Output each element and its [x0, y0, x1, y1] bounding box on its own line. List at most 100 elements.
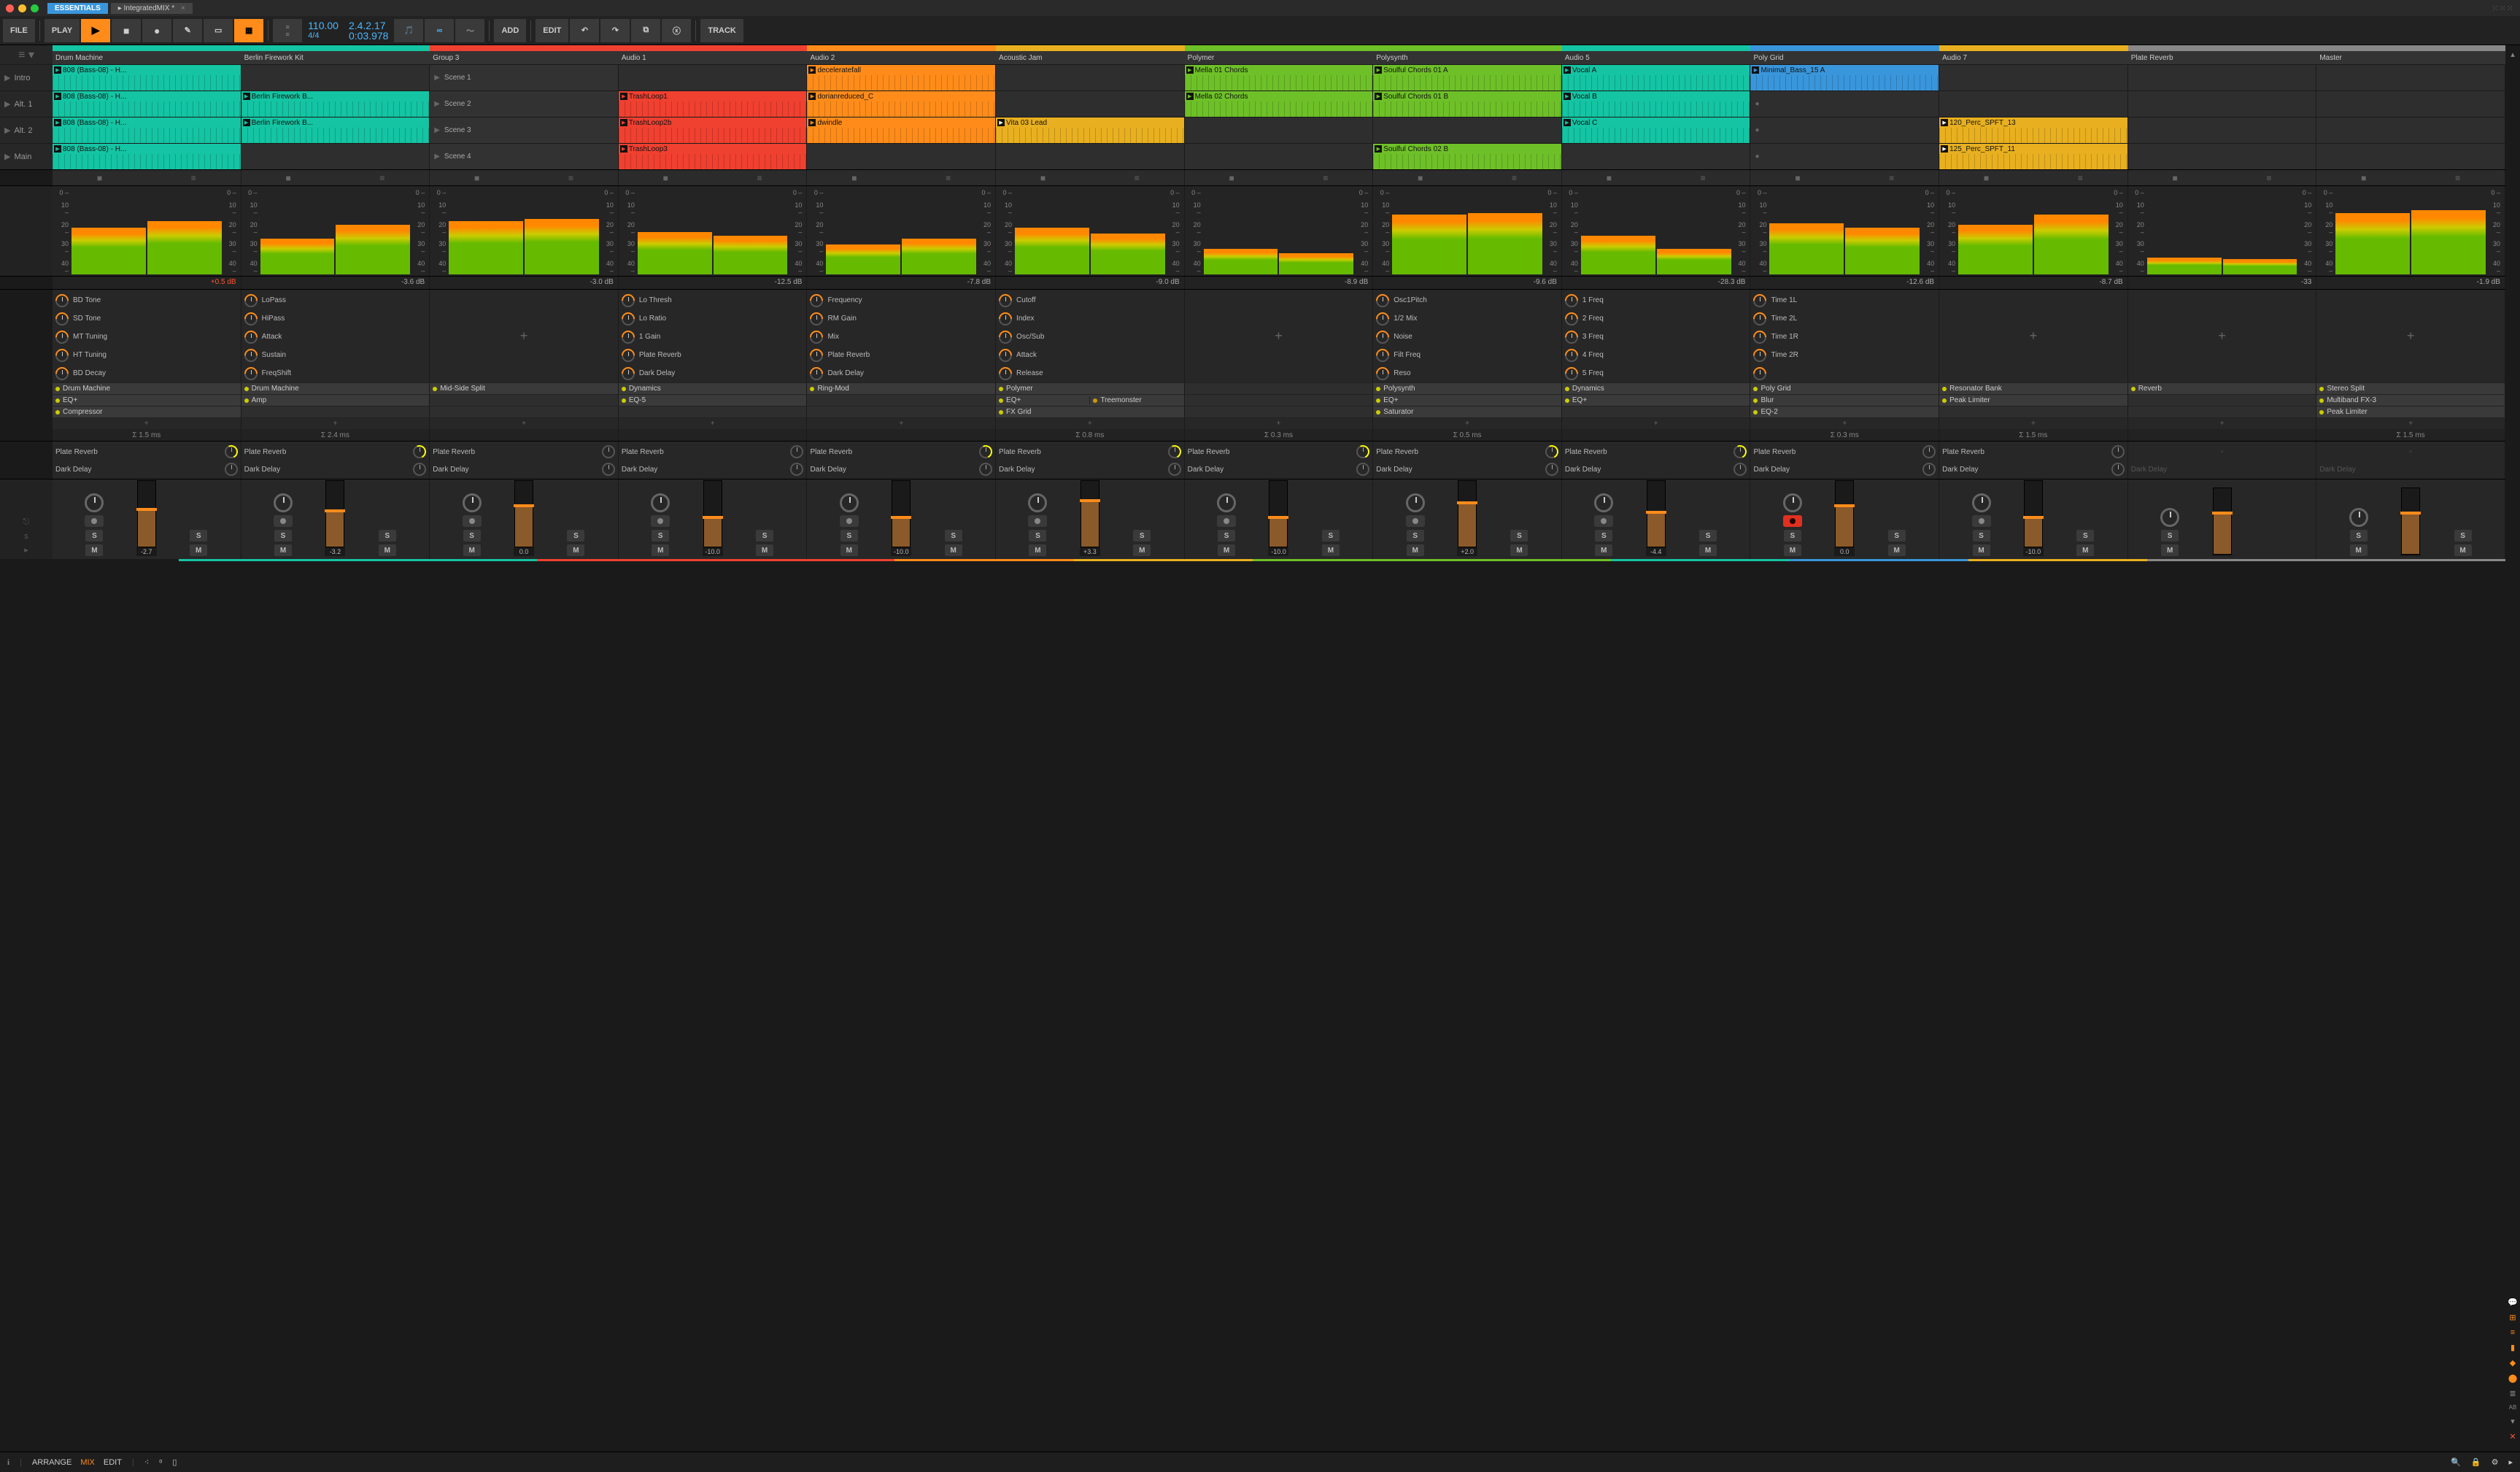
clip-slot[interactable]: [1939, 90, 2128, 117]
device-slot[interactable]: Peak Limiter: [1939, 394, 2128, 406]
send-knob[interactable]: Plate Reverb: [810, 443, 992, 461]
solo-button[interactable]: S: [1322, 530, 1340, 542]
send-knob[interactable]: Plate Reverb: [1565, 443, 1747, 461]
record-arm-button[interactable]: [840, 515, 859, 527]
clip-slot[interactable]: ▶Vocal B: [1562, 90, 1751, 117]
stop-clip-button[interactable]: ■≡: [1373, 170, 1562, 185]
device-slot[interactable]: [1185, 406, 1374, 417]
volume-fader[interactable]: [1647, 480, 1666, 547]
pan-knob[interactable]: [1594, 493, 1613, 512]
track-name[interactable]: Group 3: [430, 51, 619, 64]
clip-slot[interactable]: [1373, 117, 1562, 143]
macro-knob[interactable]: 1 Freq: [1565, 291, 1747, 309]
mute-button[interactable]: M: [2076, 544, 2094, 556]
clip-slot[interactable]: [996, 90, 1185, 117]
position-time[interactable]: 0:03.978: [349, 31, 389, 41]
add-device-button[interactable]: +: [53, 417, 241, 429]
device-slot[interactable]: FX Grid: [996, 406, 1185, 417]
volume-fader[interactable]: [1835, 480, 1854, 547]
clip-slot[interactable]: [241, 143, 430, 169]
clip-slot[interactable]: [1939, 64, 2128, 90]
pan-knob[interactable]: [85, 493, 104, 512]
clip-slot[interactable]: [2316, 143, 2505, 169]
solo-button[interactable]: S: [2161, 530, 2179, 542]
clip-slot[interactable]: [2128, 64, 2317, 90]
overdub-button[interactable]: ▭: [204, 19, 233, 42]
tempo-value[interactable]: 110.00: [308, 20, 339, 31]
macro-knob[interactable]: Index: [999, 309, 1181, 328]
clip-slot[interactable]: ▶Scene 4: [430, 143, 619, 169]
clip-slot[interactable]: [2128, 143, 2317, 169]
clip-slot[interactable]: ▶Scene 3: [430, 117, 619, 143]
collapse-icon[interactable]: ▾: [2511, 1417, 2515, 1426]
add-device-button[interactable]: +: [2316, 417, 2505, 429]
track-name[interactable]: Audio 7: [1939, 51, 2128, 64]
send-knob[interactable]: Plate Reverb: [433, 443, 615, 461]
add-device-button[interactable]: +: [1562, 417, 1751, 429]
fader-value[interactable]: -3.2: [325, 547, 345, 556]
mute-button[interactable]: M: [1784, 544, 1801, 556]
stop-clip-button[interactable]: ■≡: [1750, 170, 1939, 185]
send-knob[interactable]: Dark Delay: [433, 461, 615, 478]
peak-db[interactable]: -8.7 dB: [1939, 277, 2128, 289]
info-icon[interactable]: i: [7, 1458, 9, 1467]
macro-knob[interactable]: Dark Delay: [810, 364, 992, 382]
loop-button[interactable]: ∞: [425, 19, 454, 42]
fader-value[interactable]: [2400, 555, 2421, 556]
device-slot[interactable]: Multiband FX-3: [2316, 394, 2505, 406]
device-slot[interactable]: [430, 394, 619, 406]
track-name[interactable]: Polysynth: [1373, 51, 1562, 64]
window-controls[interactable]: [6, 4, 39, 12]
track-header-9[interactable]: Poly Grid: [1750, 45, 1939, 64]
send-knob[interactable]: Dark Delay: [1942, 461, 2125, 478]
delete-button[interactable]: ⓧ: [662, 19, 691, 42]
record-arm-button[interactable]: [1594, 515, 1613, 527]
fader-value[interactable]: -10.0: [891, 547, 911, 556]
device-panel-icon[interactable]: ▯: [172, 1457, 177, 1467]
clip-slot[interactable]: [619, 64, 808, 90]
add-device-button[interactable]: +: [1185, 417, 1374, 429]
device-slot[interactable]: EQ+Treemonster: [996, 394, 1185, 406]
device-slot[interactable]: Resonator Bank: [1939, 382, 2128, 394]
track-name[interactable]: Drum Machine: [53, 51, 241, 64]
clip-slot[interactable]: ▶120_Perc_SPFT_13: [1939, 117, 2128, 143]
automation-write-button[interactable]: ✎: [173, 19, 202, 42]
device-slot[interactable]: EQ-2: [1750, 406, 1939, 417]
fader-value[interactable]: +2.0: [1457, 547, 1477, 556]
solo-button[interactable]: S: [840, 530, 858, 542]
device-slot[interactable]: Amp: [241, 394, 430, 406]
clip-slot[interactable]: [996, 143, 1185, 169]
record-arm-button[interactable]: [463, 515, 482, 527]
volume-fader[interactable]: [514, 480, 533, 547]
sections-icon[interactable]: ≣: [2509, 1389, 2516, 1398]
fader-value[interactable]: 0.0: [1834, 547, 1855, 556]
mute-button[interactable]: M: [274, 544, 292, 556]
clip-slot[interactable]: ▶Soulful Chords 01 B: [1373, 90, 1562, 117]
track-header-6[interactable]: Polymer: [1185, 45, 1374, 64]
macro-knob[interactable]: MT Tuning: [55, 328, 238, 346]
macro-knob[interactable]: SD Tone: [55, 309, 238, 328]
clip-slot[interactable]: ▶Mella 02 Chords: [1185, 90, 1374, 117]
macro-knob[interactable]: Osc1Pitch: [1376, 291, 1558, 309]
stop-button[interactable]: ■: [112, 19, 141, 42]
solo-button[interactable]: S: [756, 530, 773, 542]
clip-slot[interactable]: ▶125_Perc_SPFT_11: [1939, 143, 2128, 169]
clip-slot[interactable]: ▶808 (Bass-08) - H...: [53, 90, 241, 117]
position-display[interactable]: 2.4.2.17 0:03.978: [344, 20, 393, 41]
clip-slot[interactable]: ▶808 (Bass-08) - H...: [53, 117, 241, 143]
send-knob[interactable]: Plate Reverb: [55, 443, 238, 461]
peak-db[interactable]: -7.8 dB: [807, 277, 996, 289]
mute-button[interactable]: M: [2350, 544, 2368, 556]
position-bars[interactable]: 2.4.2.17: [349, 20, 389, 31]
mute-button[interactable]: M: [190, 544, 207, 556]
mute-button[interactable]: M: [1218, 544, 1235, 556]
zoom-window-icon[interactable]: [31, 4, 39, 12]
solo-button[interactable]: S: [567, 530, 584, 542]
close-window-icon[interactable]: [6, 4, 14, 12]
output-routing-icon[interactable]: ▸: [24, 545, 28, 555]
peak-db[interactable]: -28.3 dB: [1562, 277, 1751, 289]
pan-knob[interactable]: [463, 493, 482, 512]
send-knob[interactable]: Plate Reverb: [1376, 443, 1558, 461]
clip-slot[interactable]: ▶deceleratefall: [807, 64, 996, 90]
peak-db[interactable]: -3.0 dB: [430, 277, 619, 289]
